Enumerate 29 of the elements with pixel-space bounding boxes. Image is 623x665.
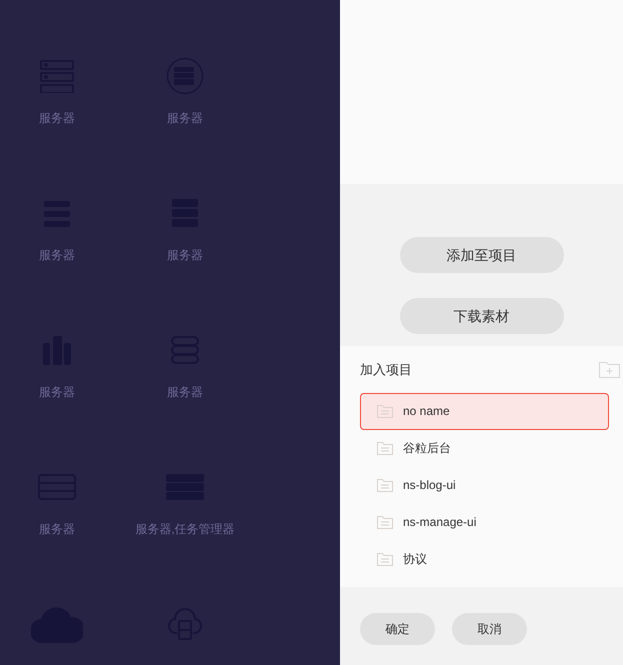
icon-label: 服务器 xyxy=(167,384,203,401)
action-button[interactable]: 添加至项目 xyxy=(400,237,564,273)
footer-button[interactable]: 确定 xyxy=(360,613,435,645)
icon-label: 服务器 xyxy=(39,521,75,538)
project-name: no name xyxy=(403,403,450,420)
project-item[interactable]: ns-blog-ui xyxy=(360,466,609,504)
icon-label: 服务器 xyxy=(39,110,75,127)
project-item[interactable]: no name xyxy=(360,392,609,430)
folder-icon xyxy=(377,441,393,455)
folder-icon xyxy=(377,552,393,566)
project-name: ns-blog-ui xyxy=(403,477,456,494)
project-item[interactable]: 谷粒后台 xyxy=(360,430,609,466)
icon-label: 服务器 xyxy=(167,247,203,264)
project-name: 谷粒后台 xyxy=(403,440,451,457)
icon-label: 服务器 xyxy=(167,110,203,127)
project-item[interactable]: 协议 xyxy=(360,540,609,578)
folder-icon xyxy=(377,478,393,492)
project-name: 协议 xyxy=(403,551,427,568)
icon-label: 服务器 xyxy=(39,247,75,264)
add-folder-icon[interactable] xyxy=(599,361,620,378)
panel-title: 加入项目 xyxy=(360,361,412,379)
folder-icon xyxy=(377,515,393,529)
footer-button[interactable]: 取消 xyxy=(452,613,527,645)
icon-label: 服务器,任务管理器 xyxy=(135,521,235,538)
action-button[interactable]: 下载素材 xyxy=(400,298,564,334)
project-item[interactable]: ns-manage-ui xyxy=(360,504,609,540)
folder-icon xyxy=(377,404,393,418)
icon-label: 服务器 xyxy=(39,384,75,401)
project-name: ns-manage-ui xyxy=(403,514,476,531)
